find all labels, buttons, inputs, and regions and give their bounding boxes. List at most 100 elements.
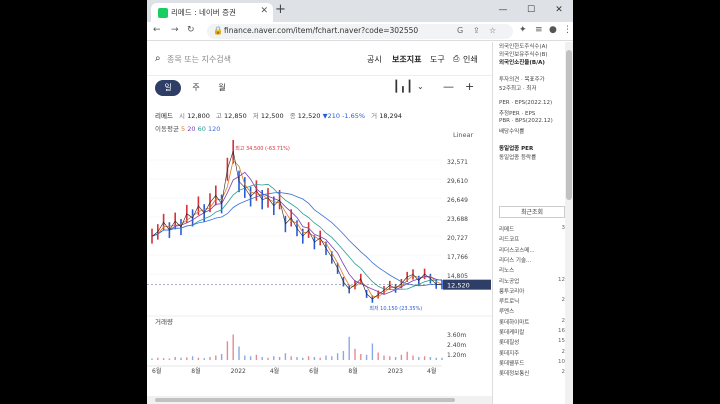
period-monthly[interactable]: 월 [209, 80, 235, 96]
per-item: PER · EPS(2022.12) [499, 100, 553, 106]
volume-bar [313, 357, 316, 360]
volume-bar [249, 356, 252, 360]
reload-icon[interactable]: ↻ [187, 25, 195, 35]
zoom-in-icon[interactable]: + [465, 80, 474, 93]
recent-stock-item[interactable]: 롯데케미칼 16 [499, 328, 565, 336]
recent-stock-item[interactable]: 루멘스 [499, 307, 565, 315]
volume-bar [226, 341, 229, 360]
recent-stock-item[interactable]: 리메드 3 [499, 225, 565, 233]
address-bar-row: ← → ↻ 🔒 finance.naver.com/item/fchart.na… [147, 22, 573, 41]
volume-bar [174, 357, 176, 360]
x-tick-label: 4월 [427, 367, 436, 375]
volume-bar [377, 352, 379, 360]
reading-list-icon[interactable]: ≡ [535, 25, 543, 35]
volume-bar [360, 354, 362, 360]
minimize-icon[interactable]: — [489, 0, 517, 22]
maximize-icon[interactable]: ☐ [517, 0, 545, 22]
volume-bar [278, 357, 281, 360]
current-price-label: 12,520 [447, 282, 470, 290]
recent-stock-item[interactable]: 리드코프 [499, 235, 565, 243]
vertical-scrollbar[interactable] [565, 42, 573, 404]
target-price-item: 52주최고 · 최저 [499, 86, 537, 92]
browser-window: 리메드 : 네이버 증권 ✕ + — ☐ ✕ ← → ↻ 🔒 finance.n… [147, 0, 573, 404]
browser-tab[interactable]: 리메드 : 네이버 증권 ✕ [151, 3, 273, 22]
search-icon[interactable]: ⌕ [155, 53, 161, 64]
high-price: 12,850 [223, 112, 247, 120]
chevron-down-icon[interactable]: ⌄ [417, 82, 424, 91]
recent-stock-item[interactable]: 롯데정보통신 2 [499, 369, 565, 377]
volume-bar [336, 353, 339, 360]
recent-stock-item[interactable]: 룽투코리아 [499, 287, 565, 295]
menu-print[interactable]: 인쇄 [463, 54, 478, 65]
menu-tools[interactable]: 도구 [430, 54, 445, 65]
recent-stock-item[interactable]: 리노공업 12 [499, 277, 565, 285]
recent-stock-item[interactable]: 롯데웰푸드 10 [499, 359, 565, 367]
lock-icon: 🔒 [213, 26, 223, 35]
extensions-icon[interactable]: ✦ [519, 25, 527, 35]
window-controls: — ☐ ✕ [489, 0, 573, 22]
min-price-annotation: 최저 10,150 (23.35%) [369, 305, 422, 312]
period-daily[interactable]: 일 [155, 80, 181, 96]
forward-icon[interactable]: → [171, 25, 179, 35]
omnibox[interactable]: 🔒 finance.naver.com/item/fchart.naver?co… [207, 24, 513, 39]
recent-stock-item[interactable]: 롯데지주 2 [499, 349, 565, 357]
price-chart[interactable]: 32,571 29,610 26,649 23,688 20,727 17,766 14,8… [147, 140, 492, 396]
share-icon[interactable]: ⇪ [473, 26, 480, 35]
recent-views-header[interactable]: 최근조회 [499, 206, 565, 218]
moving-average-legend[interactable]: 이동평균 5 20 60 120 [155, 123, 220, 133]
price-tick-label: 32,571 [447, 159, 468, 166]
stock-name: 리메드 [155, 112, 173, 120]
close-tab-icon[interactable]: ✕ [260, 6, 268, 16]
new-tab-icon[interactable]: + [275, 2, 286, 17]
scale-mode-dropdown[interactable]: Linear [453, 131, 473, 139]
menu-dots-icon[interactable]: ⋮ [563, 25, 572, 35]
volume-bar [435, 357, 437, 360]
recent-stock-item[interactable]: 롯데칠성 15 [499, 338, 565, 346]
volume-bar [168, 358, 171, 360]
google-icon[interactable]: G [457, 26, 463, 35]
volume-bar [186, 357, 188, 360]
stock-info-sidebar: 외국인한도주식수(A) 외국인보유주식수(B) 외국인소진율(B/A) 투자의견 · … [492, 42, 573, 404]
search-input[interactable]: 종목 또는 지수검색 [167, 54, 231, 65]
tab-bar: 리메드 : 네이버 증권 ✕ + — ☐ ✕ [147, 0, 573, 22]
volume-bar [273, 356, 275, 360]
volume-bar [331, 356, 333, 360]
zoom-out-icon[interactable]: — [443, 80, 454, 93]
price-tick-label: 14,805 [447, 273, 468, 280]
volume-bar [412, 355, 414, 360]
print-icon[interactable]: ⎙ [453, 54, 459, 64]
volume-bar [191, 356, 194, 360]
recent-stock-item[interactable]: 리노스 [499, 266, 565, 274]
volume-bar [371, 343, 374, 360]
recent-stock-item[interactable]: 롯데하이마트 2 [499, 318, 565, 326]
recent-stock-item[interactable]: 리더스코스메... [499, 246, 565, 254]
foreign-holding-item: 외국인소진율(B/A) [499, 60, 545, 66]
back-icon[interactable]: ← [153, 25, 161, 35]
period-selector: 일 주 월 [147, 76, 487, 102]
max-price-annotation: 최고 34,500 (-63.71%) [235, 145, 290, 152]
volume-bar [209, 357, 211, 360]
industry-item: 동일업종 등락률 [499, 155, 537, 161]
candle-type-icon[interactable]: ┃╻┃ [393, 80, 413, 93]
volume-bar [232, 334, 234, 360]
industry-item: 동일업종 PER [499, 146, 534, 152]
bookmark-star-icon[interactable]: ☆ [489, 26, 496, 35]
foreign-holding-item: 외국인보유주식수(B) [499, 52, 548, 58]
volume-bar [162, 358, 165, 360]
volume-bar [325, 355, 327, 360]
menu-indicators[interactable]: 보조지표 [392, 54, 421, 65]
recent-stock-item[interactable]: 루트로닉 2 [499, 297, 565, 305]
x-tick-label: 8월 [348, 367, 357, 375]
horizontal-scrollbar[interactable] [147, 396, 492, 404]
profile-icon[interactable]: ● [549, 25, 557, 35]
close-window-icon[interactable]: ✕ [545, 0, 573, 22]
volume-bar [406, 351, 408, 360]
menu-disclosure[interactable]: 공시 [367, 54, 382, 65]
recent-stock-item[interactable]: 리더스 기술... [499, 256, 565, 264]
volume-bar [255, 354, 258, 360]
close-price: 12,520 [297, 112, 321, 120]
period-weekly[interactable]: 주 [183, 80, 209, 96]
naver-favicon-icon [158, 8, 168, 18]
volume-label: 거래량 [155, 317, 173, 326]
url-text: finance.naver.com/item/fchart.naver?code… [224, 26, 419, 35]
